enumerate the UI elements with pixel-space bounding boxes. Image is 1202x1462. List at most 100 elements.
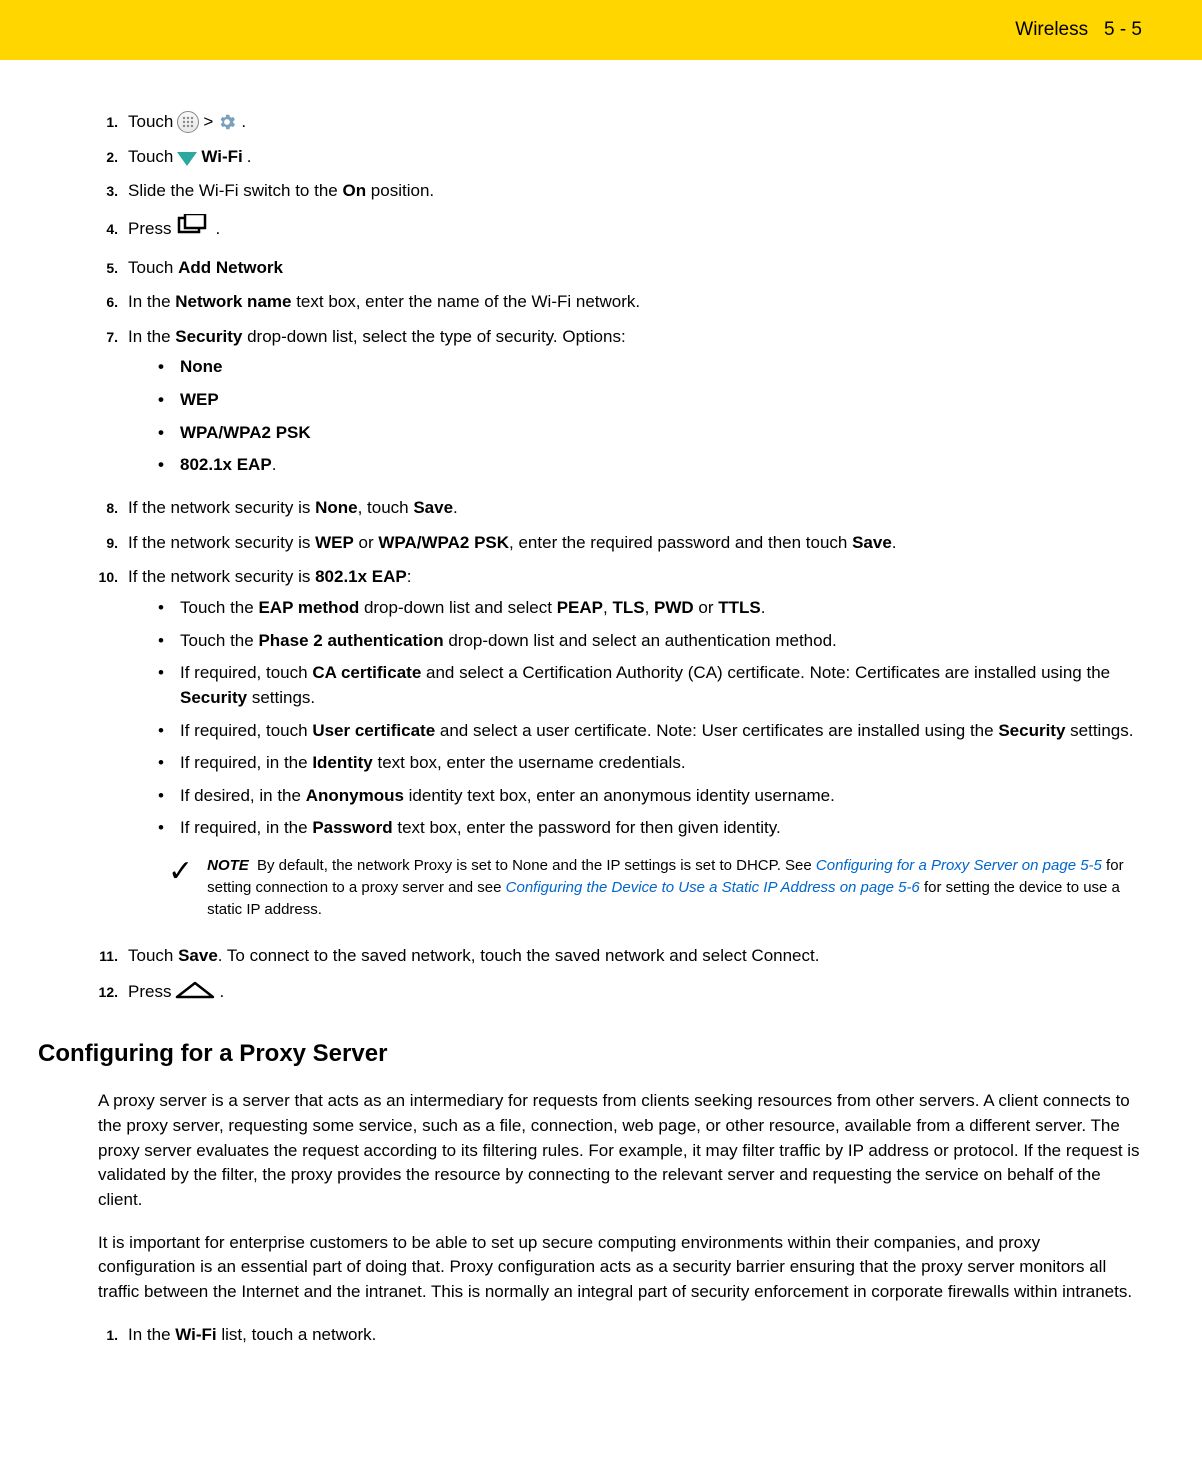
- step-text: If the network security is: [128, 533, 315, 552]
- step-text: drop-down list, select the type of secur…: [242, 327, 625, 346]
- eap-item-2: Touch the Phase 2 authentication drop-do…: [158, 629, 1142, 654]
- step-number: 6.: [98, 290, 128, 312]
- phase2-label: Phase 2 authentication: [258, 631, 443, 650]
- period: .: [892, 533, 897, 552]
- step-number: 2.: [98, 145, 128, 167]
- period: .: [219, 980, 224, 1005]
- step-10: 10. If the network security is 802.1x EA…: [98, 565, 1142, 934]
- t: settings.: [247, 688, 315, 707]
- proxy-paragraph-1: A proxy server is a server that acts as …: [98, 1089, 1142, 1212]
- step-number: 8.: [98, 496, 128, 518]
- option-label: None: [180, 355, 223, 380]
- step-12: 12. Press .: [98, 979, 1142, 1007]
- period: .: [241, 110, 246, 135]
- step-number: 4.: [98, 217, 128, 239]
- step-text: Touch: [128, 946, 178, 965]
- step-1: 1. Touch > .: [98, 110, 1142, 135]
- period: .: [272, 455, 277, 474]
- ttls-label: TTLS: [718, 598, 761, 617]
- period: .: [215, 217, 220, 242]
- security-label: Security: [998, 721, 1065, 740]
- step-8: 8. If the network security is None, touc…: [98, 496, 1142, 521]
- checkmark-icon: ✓: [168, 855, 193, 887]
- wifi-label: Wi-Fi: [175, 1325, 216, 1344]
- eap-item-6: If desired, in the Anonymous identity te…: [158, 784, 1142, 809]
- step-number: 7.: [98, 325, 128, 347]
- t: If desired, in the: [180, 786, 306, 805]
- network-name-label: Network name: [175, 292, 291, 311]
- option-label: WEP: [180, 388, 219, 413]
- step-4: 4. Press .: [98, 214, 1142, 246]
- step-number: 11.: [98, 944, 128, 966]
- step-9: 9. If the network security is WEP or WPA…: [98, 531, 1142, 556]
- eap-item-1: Touch the EAP method drop-down list and …: [158, 596, 1142, 621]
- step-number: 10.: [98, 565, 128, 587]
- peap-label: PEAP: [557, 598, 603, 617]
- instruction-list: 1. Touch > . 2. Touch Wi-Fi. 3. Sl: [98, 110, 1142, 1007]
- home-icon: [175, 979, 215, 1007]
- apps-icon: [177, 111, 199, 133]
- header-chapter-text: Wireless: [1015, 19, 1088, 40]
- eap-sub-list: Touch the EAP method drop-down list and …: [158, 596, 1142, 841]
- step-number: 5.: [98, 256, 128, 278]
- step-text: In the: [128, 292, 175, 311]
- wifi-icon: [177, 152, 197, 166]
- option-wpa: WPA/WPA2 PSK: [158, 421, 1142, 446]
- step-text: Slide the Wi-Fi switch to the: [128, 181, 342, 200]
- period: .: [761, 598, 766, 617]
- add-network-label: Add Network: [178, 258, 283, 277]
- step-2: 2. Touch Wi-Fi.: [98, 145, 1142, 170]
- step-number: 3.: [98, 179, 128, 201]
- page-content: 1. Touch > . 2. Touch Wi-Fi. 3. Sl: [0, 60, 1202, 1377]
- t: text box, enter the username credentials…: [373, 753, 686, 772]
- pwd-label: PWD: [654, 598, 694, 617]
- note-label: NOTE: [207, 857, 253, 874]
- security-label: Security: [175, 327, 242, 346]
- step-text: Touch: [128, 110, 173, 135]
- colon: :: [407, 567, 412, 586]
- period: .: [247, 145, 252, 170]
- proxy-paragraph-2: It is important for enterprise customers…: [98, 1231, 1142, 1305]
- step-number: 12.: [98, 980, 128, 1002]
- t: identity text box, enter an anonymous id…: [404, 786, 835, 805]
- t: and select a Certification Authority (CA…: [421, 663, 1110, 682]
- note-link-proxy[interactable]: Configuring for a Proxy Server on page 5…: [816, 857, 1102, 874]
- eap-item-3: If required, touch CA certificate and se…: [158, 661, 1142, 710]
- t: ,: [645, 598, 654, 617]
- security-options-list: None WEP WPA/WPA2 PSK 802.1x EAP.: [158, 355, 1142, 478]
- save-label: Save: [178, 946, 218, 965]
- eap-item-7: If required, in the Password text box, e…: [158, 816, 1142, 841]
- page-header: Wireless 5 - 5: [0, 0, 1202, 60]
- option-label: 802.1x EAP: [180, 455, 272, 474]
- step-number: 9.: [98, 531, 128, 553]
- ca-cert-label: CA certificate: [312, 663, 421, 682]
- note-block: ✓ NOTE By default, the network Proxy is …: [168, 855, 1142, 920]
- step-11: 11. Touch Save. To connect to the saved …: [98, 944, 1142, 969]
- t: and select a user certificate. Note: Use…: [435, 721, 998, 740]
- anonymous-label: Anonymous: [306, 786, 404, 805]
- t: Touch the: [180, 598, 258, 617]
- user-cert-label: User certificate: [312, 721, 435, 740]
- step-text: In the: [128, 1325, 175, 1344]
- note-body: NOTE By default, the network Proxy is se…: [207, 855, 1142, 920]
- t: drop-down list and select: [359, 598, 557, 617]
- step-text: position.: [366, 181, 434, 200]
- wifi-label: Wi-Fi: [201, 145, 242, 170]
- eap-method-label: EAP method: [258, 598, 359, 617]
- step-text: . To connect to the saved network, touch…: [218, 946, 820, 965]
- on-label: On: [342, 181, 366, 200]
- step-text: Press: [128, 217, 171, 242]
- step-3: 3. Slide the Wi-Fi switch to the On posi…: [98, 179, 1142, 204]
- step-6: 6. In the Network name text box, enter t…: [98, 290, 1142, 315]
- step-number: 1.: [98, 1323, 128, 1345]
- header-chapter: Wireless 5 - 5: [1015, 16, 1142, 44]
- note-link-static-ip[interactable]: Configuring the Device to Use a Static I…: [506, 879, 920, 896]
- option-wep: WEP: [158, 388, 1142, 413]
- t: If required, touch: [180, 663, 312, 682]
- option-eap: 802.1x EAP.: [158, 453, 1142, 478]
- period: .: [453, 498, 458, 517]
- step-text: Touch: [128, 258, 178, 277]
- wpa-label: WPA/WPA2 PSK: [378, 533, 509, 552]
- t: If required, in the: [180, 753, 312, 772]
- t: or: [694, 598, 719, 617]
